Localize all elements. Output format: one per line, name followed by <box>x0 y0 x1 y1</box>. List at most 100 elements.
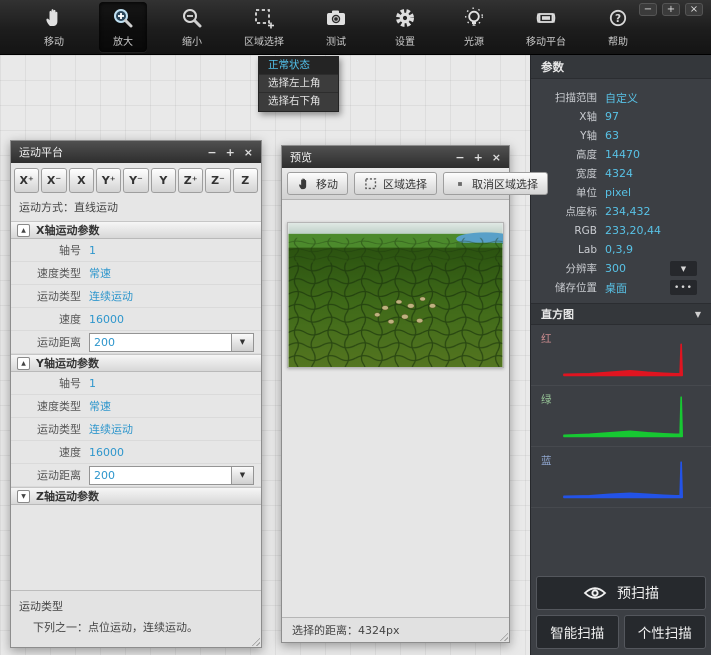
axis-button-Z-minus[interactable]: Z⁻ <box>205 168 230 193</box>
maximize-icon[interactable]: + <box>474 151 483 164</box>
menu-item[interactable]: 选择左上角 <box>259 75 338 93</box>
smart-scan-button[interactable]: 智能扫描 <box>536 615 619 649</box>
zoom-in-icon <box>111 6 135 30</box>
tool-label: 区域选择 <box>244 33 284 48</box>
param-label: 运动距离 <box>17 467 89 483</box>
param-label: Lab <box>541 244 605 256</box>
param-value: 1 <box>89 377 96 390</box>
param-label: Y轴 <box>541 128 605 143</box>
param-value: 233,20,44 <box>605 224 661 237</box>
tool-light[interactable]: 光源 <box>450 2 498 52</box>
motion-param-row: 运动类型连续运动 <box>11 418 261 441</box>
collapse-icon[interactable]: ▲ <box>17 224 30 237</box>
gear-icon <box>393 6 417 30</box>
preview-button-label: 移动 <box>316 176 338 192</box>
axis-button-Z[interactable]: Z <box>233 168 258 193</box>
zoom-out-icon <box>180 6 204 30</box>
motion-footer: 运动类型 下列之一：点位运动，连续运动。 <box>11 590 261 647</box>
motion-panel-titlebar[interactable]: 运动平台 − + × <box>11 141 261 163</box>
collapse-icon[interactable]: ▲ <box>17 357 30 370</box>
close-icon[interactable]: × <box>492 151 501 164</box>
tool-label: 缩小 <box>182 33 202 48</box>
tool-region-select[interactable]: 区域选择 <box>237 2 291 52</box>
axis-button-Z-plus[interactable]: Z⁺ <box>178 168 203 193</box>
histogram-channels: 红绿蓝 <box>531 325 711 508</box>
tool-label: 移动 <box>44 33 64 48</box>
chevron-down-icon[interactable]: ▼ <box>695 310 701 319</box>
region-select-menu: 正常状态选择左上角选择右下角 <box>258 56 339 112</box>
section-header[interactable]: ▼Z轴运动参数 <box>11 487 261 505</box>
camera-icon <box>324 6 348 30</box>
cancel-region-icon <box>453 177 467 191</box>
param-label: 速度 <box>17 311 89 327</box>
param-value: 自定义 <box>605 90 638 106</box>
param-label: 宽度 <box>541 166 605 181</box>
axis-button-X[interactable]: X <box>69 168 94 193</box>
browse-more-icon[interactable]: ••• <box>670 280 697 295</box>
param-label: 运动类型 <box>17 421 89 437</box>
tool-hand[interactable]: 移动 <box>30 2 78 52</box>
scan-param-row: RGB233,20,44 <box>531 221 711 240</box>
section-header[interactable]: ▲Y轴运动参数 <box>11 354 261 372</box>
tool-help[interactable]: ?帮助 <box>594 2 642 52</box>
main-toolbar: 移动 放大缩小 区域选择 测试 设置光源移动平台 ?帮助 <box>0 0 711 55</box>
axis-button-X-minus[interactable]: X⁻ <box>41 168 66 193</box>
menu-item[interactable]: 正常状态 <box>259 57 338 75</box>
preview-panel-titlebar[interactable]: 预览 − + × <box>282 146 509 168</box>
axis-button-X-plus[interactable]: X⁺ <box>14 168 39 193</box>
scan-param-row: 储存位置桌面••• <box>531 278 711 297</box>
param-label: 单位 <box>541 185 605 200</box>
custom-scan-button[interactable]: 个性扫描 <box>624 615 707 649</box>
axis-button-Y[interactable]: Y <box>151 168 176 193</box>
motion-mode-label: 运动方式：直线运动 <box>11 197 261 221</box>
svg-text:?: ? <box>615 13 621 25</box>
minimize-icon[interactable]: − <box>207 146 216 159</box>
expand-icon[interactable]: ▼ <box>17 490 30 503</box>
param-value[interactable]: 300 <box>605 262 626 275</box>
minimize-button[interactable]: − <box>639 3 657 16</box>
chevron-down-icon[interactable]: ▼ <box>231 467 253 484</box>
param-value: 4324 <box>605 167 633 180</box>
tool-camera[interactable]: 测试 <box>312 2 360 52</box>
close-button[interactable]: × <box>685 3 703 16</box>
section-header[interactable]: ▲X轴运动参数 <box>11 221 261 239</box>
preview-panel-window-controls: − + × <box>455 151 501 164</box>
tool-platform[interactable]: 移动平台 <box>519 2 573 52</box>
combobox-value: 200 <box>90 467 231 484</box>
preview-hand-button[interactable]: 移动 <box>287 172 348 195</box>
preview-region-select-button[interactable]: 区域选择 <box>354 172 437 195</box>
preview-cancel-region-button[interactable]: 取消区域选择 <box>443 172 548 195</box>
prescan-label: 预扫描 <box>617 583 659 603</box>
param-label: 速度类型 <box>17 398 89 414</box>
tool-label: 测试 <box>326 33 346 48</box>
param-label: 轴号 <box>17 375 89 391</box>
param-value[interactable]: 桌面 <box>605 280 627 296</box>
chevron-down-icon[interactable]: ▼ <box>231 334 253 351</box>
param-label: X轴 <box>541 109 605 124</box>
axis-button-Y-plus[interactable]: Y⁺ <box>96 168 121 193</box>
histogram-title: 直方图 <box>541 306 574 322</box>
maximize-button[interactable]: + <box>662 3 680 16</box>
motion-platform-panel: 运动平台 − + × X⁺X⁻XY⁺Y⁻YZ⁺Z⁻Z 运动方式：直线运动 ▲X轴… <box>10 140 262 648</box>
preview-toolbar: 移动区域选择取消区域选择 <box>282 168 509 200</box>
tool-zoom-in[interactable]: 放大 <box>99 2 147 52</box>
tool-gear[interactable]: 设置 <box>381 2 429 52</box>
distance-combobox[interactable]: 200▼ <box>89 466 254 485</box>
maximize-icon[interactable]: + <box>226 146 235 159</box>
prescan-button[interactable]: 预扫描 <box>536 576 706 610</box>
chevron-down-icon[interactable]: ▼ <box>670 261 697 276</box>
preview-content[interactable] <box>282 200 509 617</box>
histogram-curve <box>533 329 707 382</box>
param-value: 63 <box>605 129 619 142</box>
tool-zoom-out[interactable]: 缩小 <box>168 2 216 52</box>
minimize-icon[interactable]: − <box>455 151 464 164</box>
menu-item[interactable]: 选择右下角 <box>259 93 338 111</box>
motion-footer-title: 运动类型 <box>19 598 253 614</box>
motion-footer-text: 下列之一：点位运动，连续运动。 <box>19 619 253 635</box>
distance-combobox[interactable]: 200▼ <box>89 333 254 352</box>
axis-button-Y-minus[interactable]: Y⁻ <box>123 168 148 193</box>
motion-param-row: 速度16000 <box>11 308 261 331</box>
close-icon[interactable]: × <box>244 146 253 159</box>
scan-param-row: 分辨率300▼ <box>531 259 711 278</box>
motion-param-row: 轴号1 <box>11 372 261 395</box>
